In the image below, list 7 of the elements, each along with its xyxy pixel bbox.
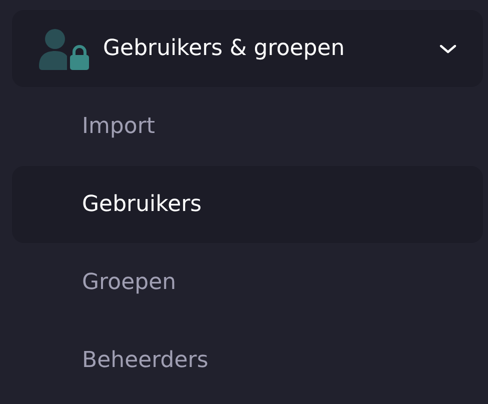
menu-item[interactable]: Beheerders: [12, 322, 483, 399]
menu-item[interactable]: Groepen: [12, 244, 483, 321]
user-lock-icon: [39, 28, 89, 70]
menu-item[interactable]: Import: [12, 88, 483, 165]
menu-group-header[interactable]: Gebruikers & groepen: [12, 10, 483, 87]
chevron-icon: [439, 44, 457, 54]
menu-item[interactable]: Gebruikers: [12, 166, 483, 243]
